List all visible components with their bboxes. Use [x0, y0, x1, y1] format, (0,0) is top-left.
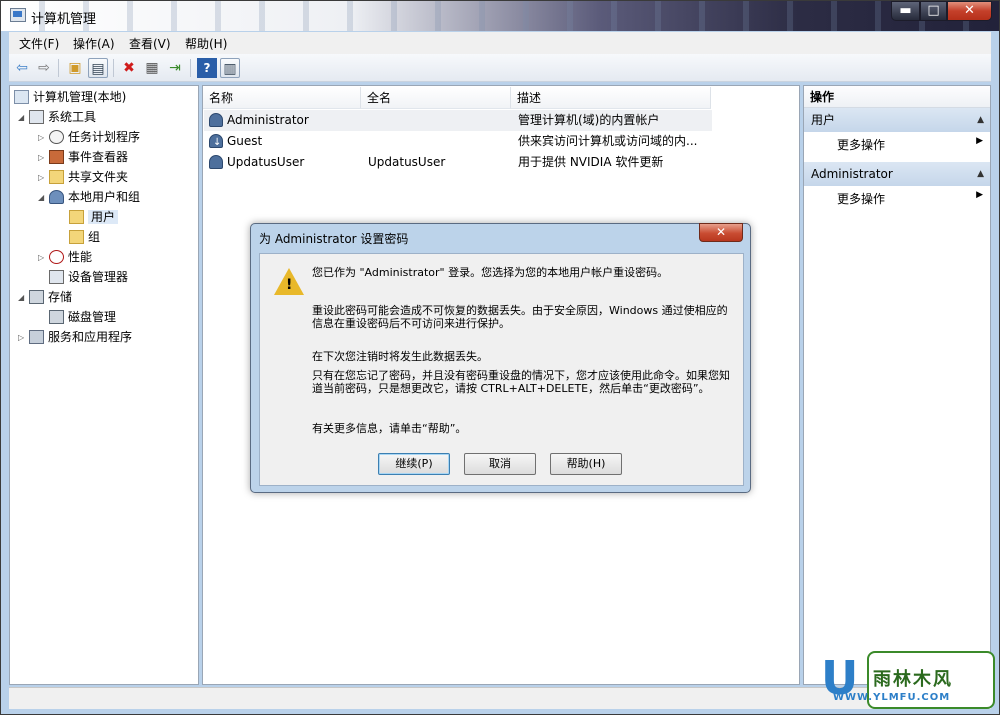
- computer-management-window: 计算机管理 ▬ □ ✕ 文件(F) 操作(A) 查看(V) 帮助(H) ⇦ ⇨ …: [0, 0, 1000, 715]
- collapse-arrow-icon[interactable]: ◢: [18, 109, 29, 127]
- help-icon[interactable]: ?: [197, 58, 217, 78]
- dialog-message-4: 只有在您忘记了密码，并且没有密码重设盘的情况下，您才应该使用此命令。如果您知道当…: [312, 369, 730, 395]
- show-hide-action-pane-icon[interactable]: ▥: [220, 58, 240, 78]
- column-header-fullname[interactable]: 全名: [361, 87, 511, 109]
- tree-item-disk-management[interactable]: 磁盘管理: [49, 308, 116, 326]
- navigation-tree: 计算机管理(本地) ◢ 系统工具 ▷ 任务计划程序 ▷ 事件查看器 ▷ 共享文件夹 ◢ 本…: [9, 85, 199, 685]
- watermark-url: WWW.YLMFU.COM: [833, 692, 951, 703]
- actions-pane: 操作 用户 ▲ 更多操作 ▶ Administrator ▲ 更多操作 ▶: [803, 85, 991, 685]
- toolbar: ⇦ ⇨ ▣ ▤ ✖ ▦ ⇥ ? ▥: [9, 54, 991, 82]
- guest-user-icon: [209, 132, 223, 153]
- actions-section-administrator[interactable]: Administrator ▲: [804, 162, 990, 186]
- performance-icon: [49, 249, 64, 264]
- continue-button[interactable]: 继续(P): [378, 453, 450, 475]
- table-row[interactable]: Guest 供来宾访问计算机或访问域的内...: [204, 131, 712, 153]
- users-icon: [49, 189, 64, 204]
- expand-arrow-icon[interactable]: ▷: [38, 249, 49, 267]
- help-button[interactable]: 帮助(H): [550, 453, 622, 475]
- dialog-message-1: 您已作为 "Administrator" 登录。您选择为您的本地用户帐户重设密码…: [312, 266, 669, 279]
- device-manager-icon: [49, 269, 64, 284]
- expand-arrow-icon[interactable]: ▷: [18, 329, 29, 347]
- dialog-body: ! 您已作为 "Administrator" 登录。您选择为您的本地用户帐户重设…: [259, 253, 744, 486]
- dialog-message-2: 重设此密码可能会造成不可恢复的数据丢失。由于安全原因，Windows 通过使相应…: [312, 304, 728, 330]
- more-actions-link[interactable]: 更多操作 ▶: [837, 190, 987, 207]
- tree-item-storage[interactable]: ◢ 存储: [18, 288, 72, 306]
- tree-item-system-tools[interactable]: ◢ 系统工具: [18, 108, 96, 126]
- submenu-arrow-icon: ▶: [976, 136, 983, 146]
- storage-icon: [29, 289, 44, 304]
- warning-exclamation-icon: !: [286, 277, 293, 293]
- computer-management-icon: [10, 8, 26, 22]
- folder-icon: [69, 209, 84, 224]
- back-icon[interactable]: ⇦: [12, 58, 32, 78]
- tree-item-services-applications[interactable]: ▷ 服务和应用程序: [18, 328, 132, 346]
- user-icon: [209, 155, 223, 169]
- maximize-button[interactable]: □: [920, 1, 947, 21]
- table-row[interactable]: UpdatusUser UpdatusUser 用于提供 NVIDIA 软件更新: [204, 152, 712, 173]
- forward-icon[interactable]: ⇨: [34, 58, 54, 78]
- up-folder-icon[interactable]: ▣: [65, 58, 85, 78]
- computer-icon: [14, 89, 29, 104]
- title-bar[interactable]: 计算机管理 ▬ □ ✕: [1, 1, 999, 31]
- column-header-name[interactable]: 名称: [203, 87, 361, 109]
- tree-item-users[interactable]: 用户: [69, 208, 119, 226]
- clock-icon: [49, 129, 64, 144]
- minimize-button[interactable]: ▬: [891, 1, 920, 21]
- services-icon: [29, 329, 44, 344]
- event-viewer-icon: [49, 149, 64, 164]
- collapse-arrow-icon[interactable]: ◢: [38, 189, 49, 207]
- more-actions-link[interactable]: 更多操作 ▶: [837, 136, 987, 153]
- tree-item-task-scheduler[interactable]: ▷ 任务计划程序: [38, 128, 140, 146]
- set-password-dialog: 为 Administrator 设置密码 ✕ ! 您已作为 "Administr…: [250, 223, 751, 493]
- collapse-arrow-icon[interactable]: ◢: [18, 289, 29, 307]
- cancel-button[interactable]: 取消: [464, 453, 536, 475]
- user-icon: [209, 113, 223, 127]
- column-header-description[interactable]: 描述: [511, 87, 711, 109]
- folder-icon: [69, 229, 84, 244]
- collapse-triangle-icon[interactable]: ▲: [977, 108, 984, 132]
- menu-file[interactable]: 文件(F): [19, 35, 59, 52]
- actions-header: 操作: [804, 86, 990, 108]
- actions-section-users[interactable]: 用户 ▲: [804, 108, 990, 132]
- delete-icon[interactable]: ✖: [119, 58, 139, 78]
- menu-bar: 文件(F) 操作(A) 查看(V) 帮助(H): [9, 32, 991, 54]
- dialog-close-button[interactable]: ✕: [699, 223, 743, 242]
- toolbar-separator: [190, 59, 191, 77]
- tools-icon: [29, 109, 44, 124]
- window-title: 计算机管理: [31, 12, 97, 27]
- menu-action[interactable]: 操作(A): [73, 35, 115, 52]
- table-row[interactable]: Administrator 管理计算机(域)的内置帐户: [204, 110, 712, 131]
- watermark-name: 雨林木风: [873, 669, 953, 690]
- dialog-message-5: 有关更多信息，请单击“帮助”。: [312, 422, 467, 435]
- show-hide-tree-icon[interactable]: ▤: [88, 58, 108, 78]
- tree-item-performance[interactable]: ▷ 性能: [38, 248, 92, 266]
- properties-icon[interactable]: ▦: [142, 58, 162, 78]
- toolbar-separator: [58, 59, 59, 77]
- tree-item-groups[interactable]: 组: [69, 228, 100, 246]
- tree-item-event-viewer[interactable]: ▷ 事件查看器: [38, 148, 128, 166]
- menu-view[interactable]: 查看(V): [129, 35, 171, 52]
- expand-arrow-icon[interactable]: ▷: [38, 129, 49, 147]
- tree-item-local-users-groups[interactable]: ◢ 本地用户和组: [38, 188, 140, 206]
- dialog-message-3: 在下次您注销时将发生此数据丢失。: [312, 350, 488, 363]
- expand-arrow-icon[interactable]: ▷: [38, 149, 49, 167]
- tree-item-shared-folders[interactable]: ▷ 共享文件夹: [38, 168, 128, 186]
- tree-item-computer-management[interactable]: 计算机管理(本地): [14, 88, 126, 106]
- submenu-arrow-icon: ▶: [976, 190, 983, 200]
- close-button[interactable]: ✕: [947, 1, 992, 21]
- shared-folder-icon: [49, 169, 64, 184]
- export-list-icon[interactable]: ⇥: [165, 58, 185, 78]
- disk-icon: [49, 309, 64, 324]
- tree-item-device-manager[interactable]: 设备管理器: [49, 268, 128, 286]
- toolbar-separator: [113, 59, 114, 77]
- dialog-title: 为 Administrator 设置密码: [259, 232, 409, 246]
- expand-arrow-icon[interactable]: ▷: [38, 169, 49, 187]
- menu-help[interactable]: 帮助(H): [185, 35, 227, 52]
- collapse-triangle-icon[interactable]: ▲: [977, 162, 984, 186]
